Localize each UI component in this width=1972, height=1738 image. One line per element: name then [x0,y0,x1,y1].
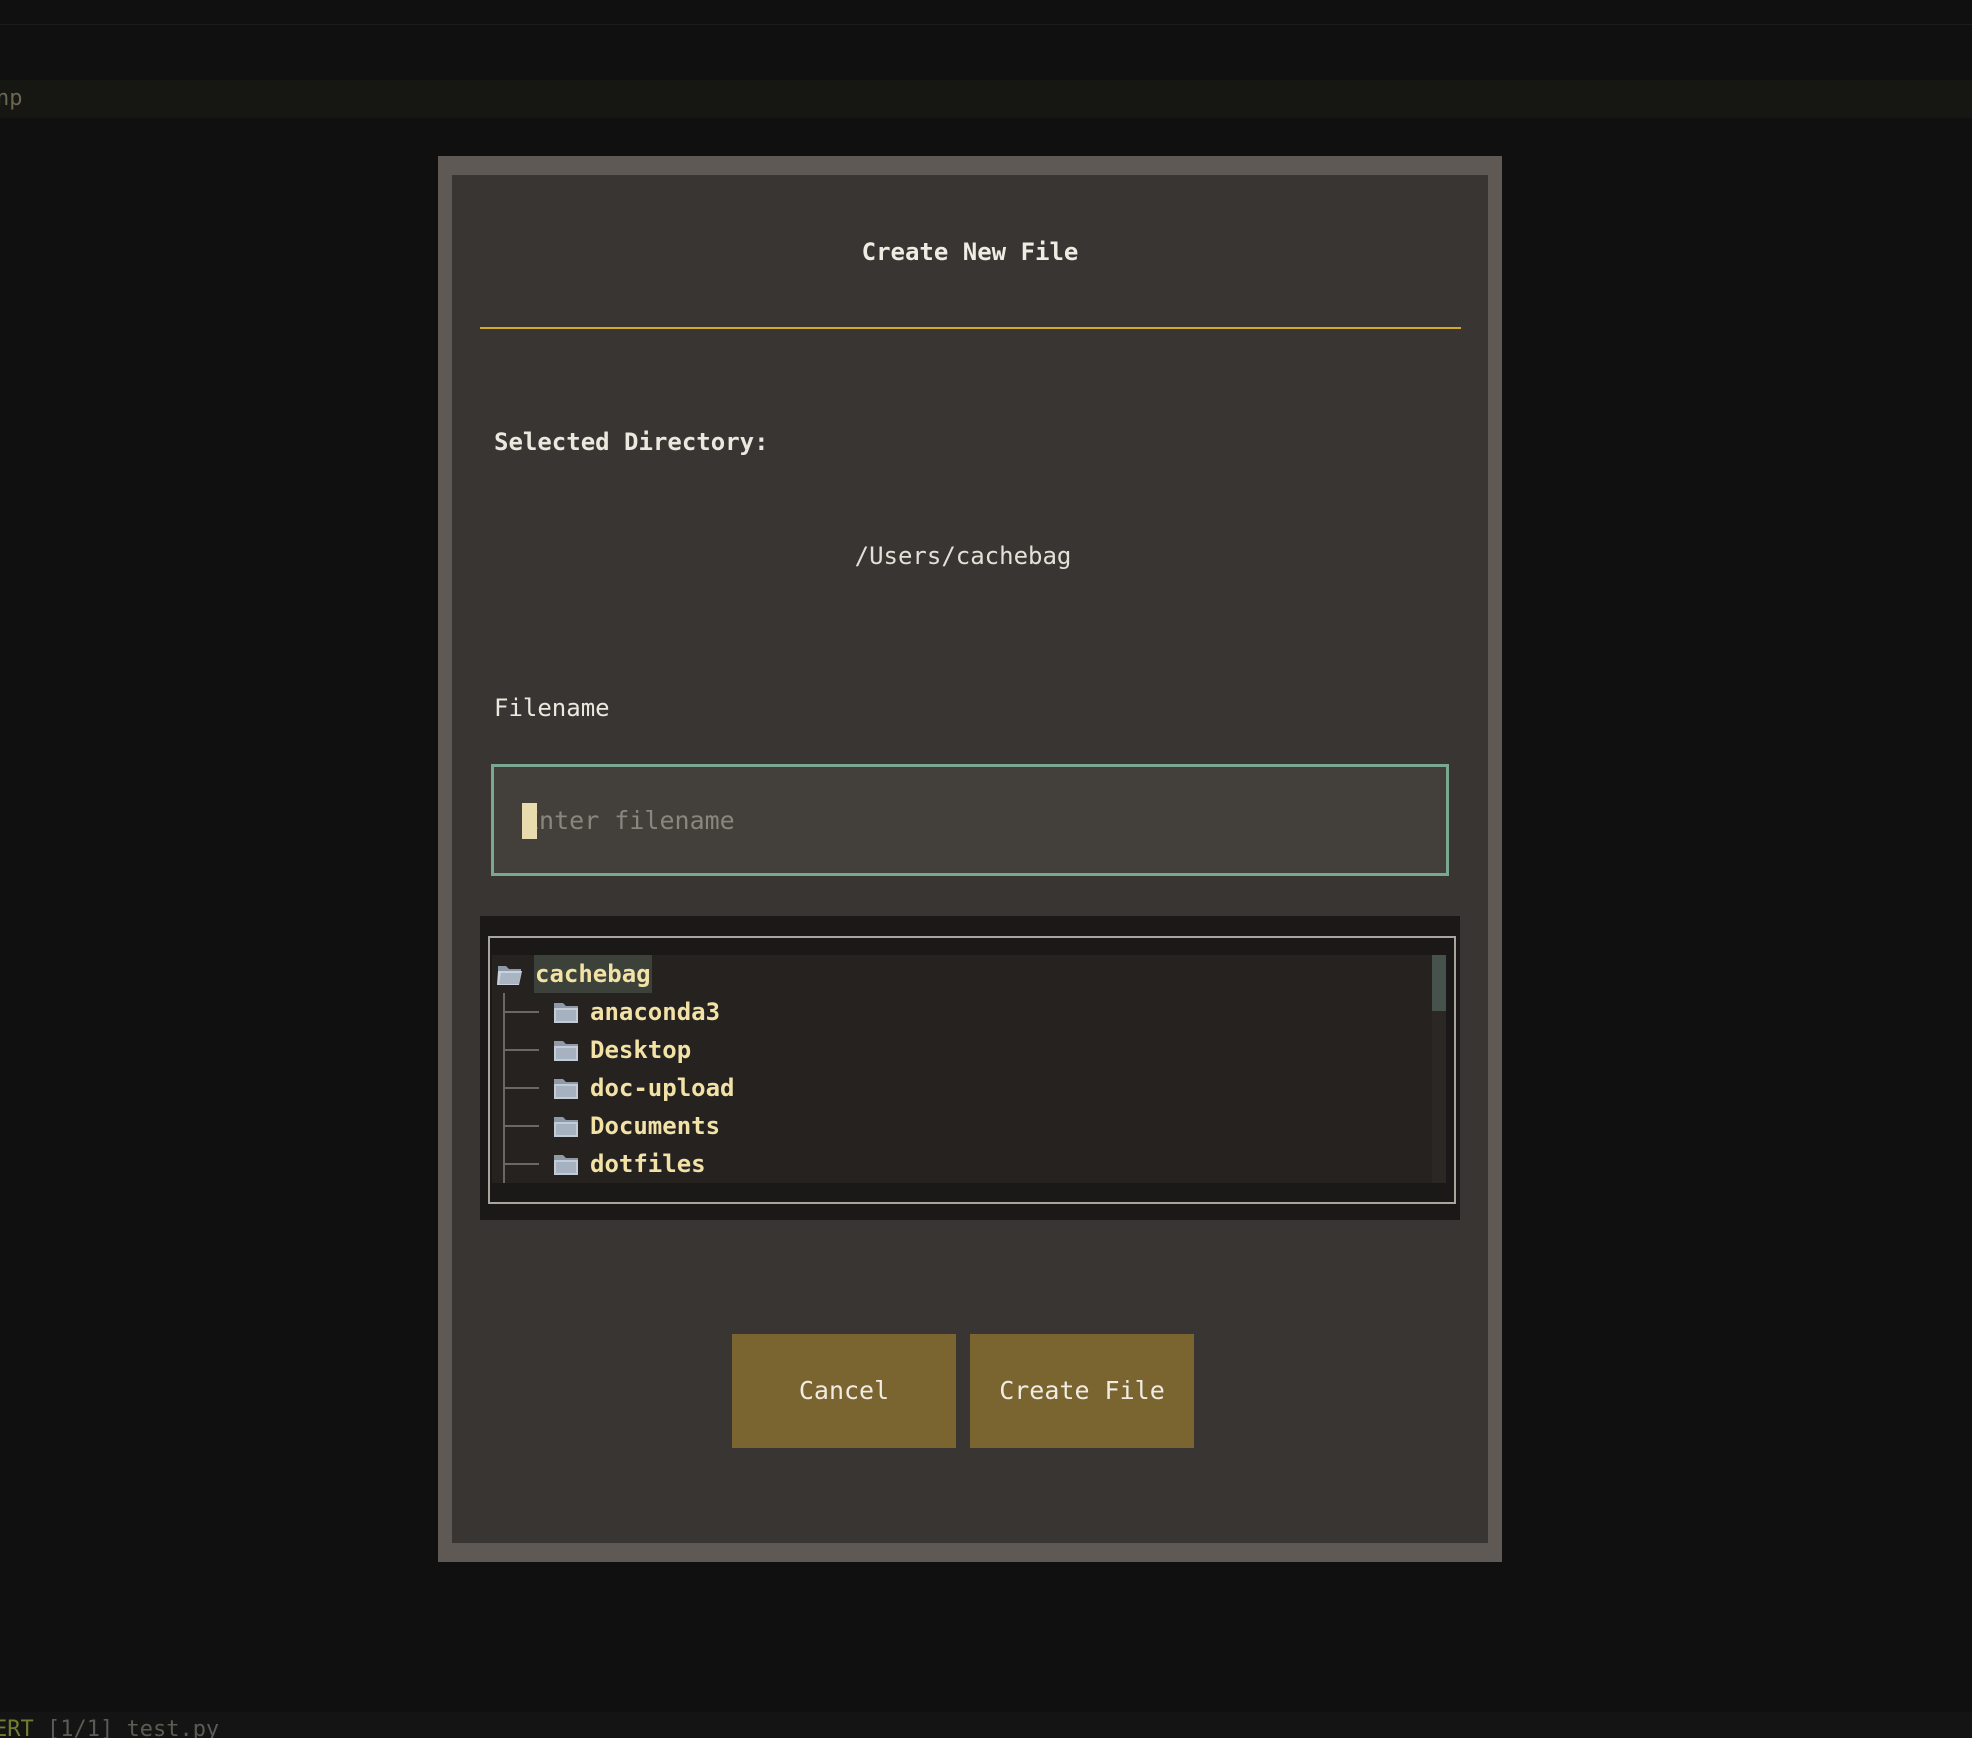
tree-branch-line [505,1049,539,1051]
create-file-button[interactable]: Create File [970,1334,1194,1448]
tree-node-label: Desktop [590,1036,692,1064]
filename-label: Filename [494,694,610,722]
tree-node-label: doc-upload [590,1074,735,1102]
folder-open-icon [497,966,522,985]
tree-node-root[interactable]: cachebag [492,955,1432,993]
tree-branch-line [505,1087,539,1089]
cancel-button[interactable]: Cancel [732,1334,956,1448]
filename-input[interactable] [491,764,1449,876]
folder-icon [554,1079,578,1099]
editor-cursor-line [0,80,1972,118]
editor-line-text: np [0,86,23,111]
editor-buffer-info: [1/1] test.py [33,1717,220,1738]
editor-mode-indicator: ERT [0,1717,34,1738]
tree-node-label: cachebag [534,955,652,993]
tree-branch-line [505,1125,539,1127]
folder-icon [554,1003,578,1023]
editor-screen: np ERT [1/1] test.py Create New File Sel… [0,0,1972,1738]
tree-node-label: dotfiles [590,1150,706,1178]
title-divider [480,327,1461,329]
tree-node[interactable]: Desktop [492,1031,1432,1069]
tree-node-label: Documents [590,1112,721,1140]
folder-icon [554,1041,578,1061]
folder-icon [554,1155,578,1175]
editor-status-bar [0,1712,1972,1738]
editor-status-text: ERT [1/1] test.py [0,1716,219,1738]
tree-node[interactable]: dotfiles [492,1145,1432,1183]
tree-branch-line [505,1163,539,1165]
selected-directory-label: Selected Directory: [494,428,769,456]
tree-branch-line [505,1011,539,1013]
editor-top-divider [0,24,1972,25]
tree-scrollbar-thumb[interactable] [1432,955,1446,1011]
text-cursor [522,803,537,839]
dialog-title: Create New File [861,238,1079,266]
tree-node[interactable]: anaconda3 [492,993,1432,1031]
tree-node[interactable]: Documents [492,1107,1432,1145]
tree-node[interactable]: doc-upload [492,1069,1432,1107]
tree-node-label: anaconda3 [590,998,721,1026]
selected-directory-path: /Users/cachebag [854,542,1072,570]
directory-tree[interactable]: cachebag anaconda3 Desktop doc-upload Docum… [492,955,1432,1183]
folder-icon [554,1117,578,1137]
